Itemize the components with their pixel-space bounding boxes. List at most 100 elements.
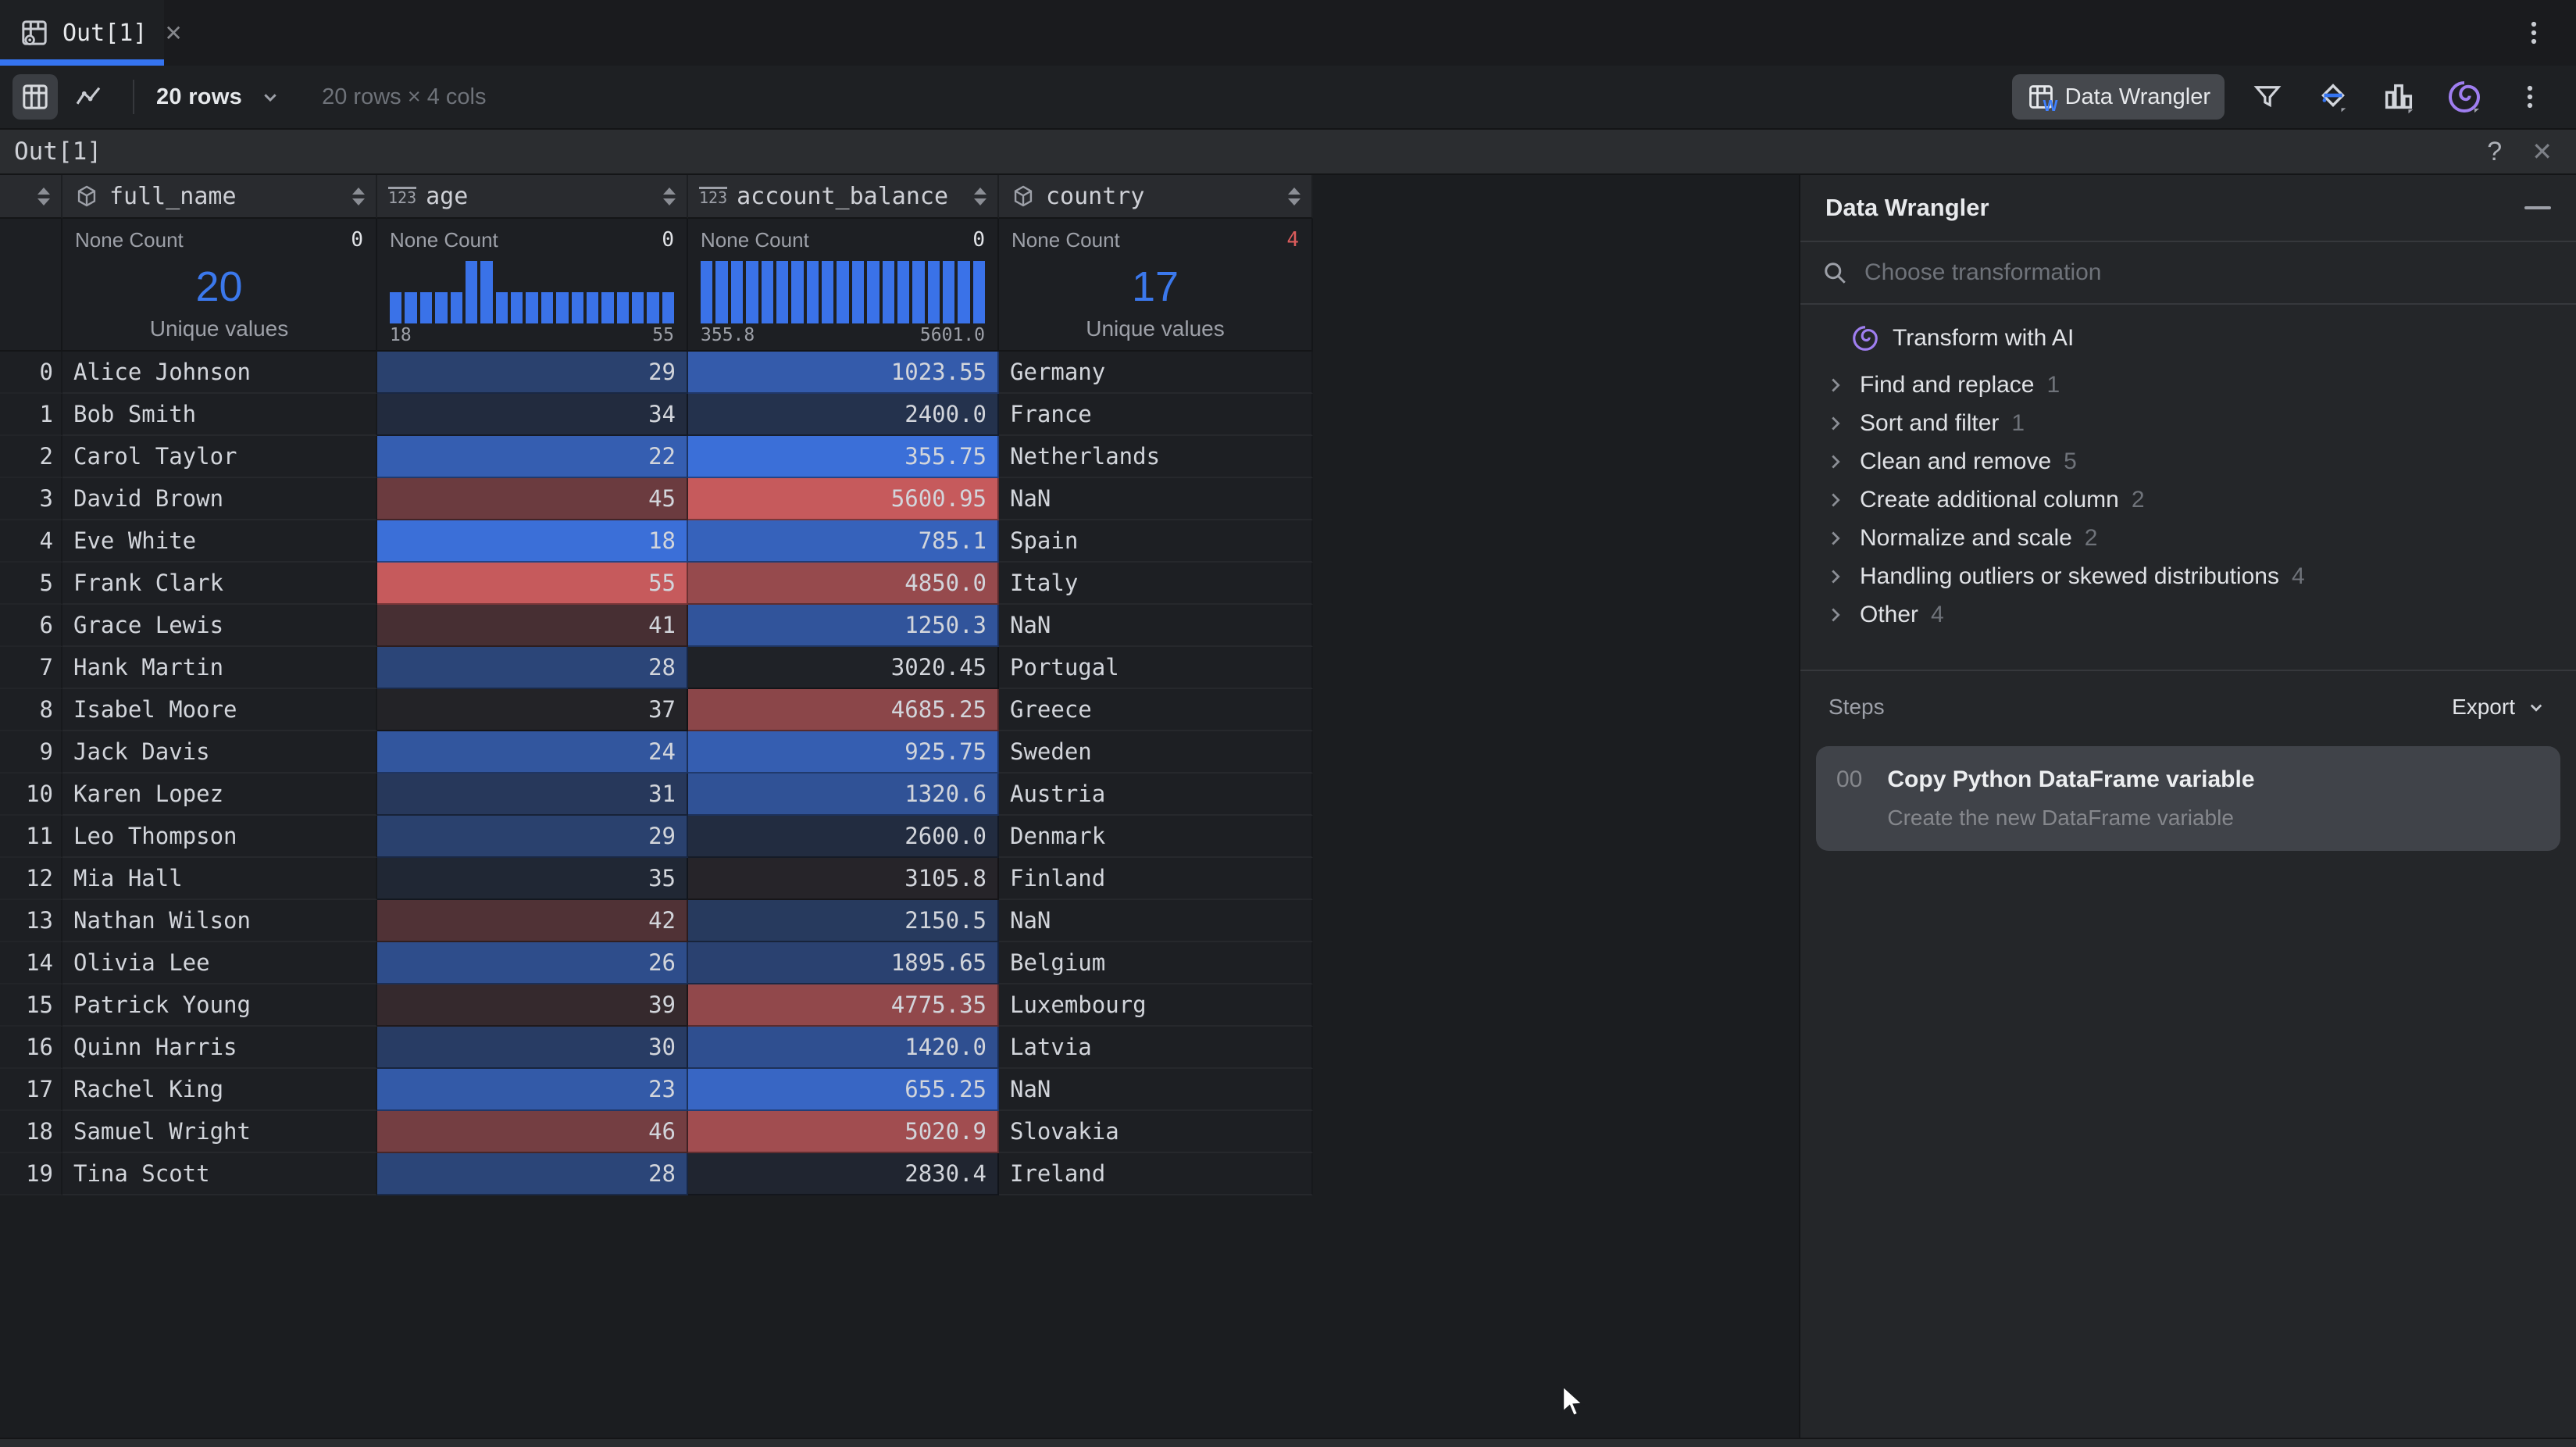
age-cell[interactable]: 24 [377,731,688,774]
row-index-cell[interactable]: 0 [0,352,62,394]
row-index-cell[interactable]: 8 [0,689,62,731]
age-cell[interactable]: 31 [377,774,688,816]
country-cell[interactable]: Latvia [999,1027,1313,1069]
full-name-cell[interactable]: David Brown [62,478,377,520]
column-header[interactable]: full_name [62,175,377,219]
country-cell[interactable]: NaN [999,605,1313,647]
age-cell[interactable]: 18 [377,520,688,563]
output-close-icon[interactable]: ✕ [2531,137,2553,166]
account-balance-cell[interactable]: 925.75 [688,731,999,774]
chart-view-button[interactable] [66,74,111,120]
sort-arrows-icon[interactable] [1288,188,1300,205]
account-balance-cell[interactable]: 3020.45 [688,647,999,689]
account-balance-cell[interactable]: 785.1 [688,520,999,563]
age-cell[interactable]: 42 [377,900,688,942]
table-view-button[interactable] [12,74,58,120]
full-name-cell[interactable]: Isabel Moore [62,689,377,731]
row-index-cell[interactable]: 2 [0,436,62,478]
column-header[interactable]: 123 account_balance [688,175,999,219]
category-row[interactable]: Create additional column 2 [1800,481,2576,519]
row-index-cell[interactable]: 3 [0,478,62,520]
row-index-cell[interactable]: 1 [0,394,62,436]
row-index-cell[interactable]: 6 [0,605,62,647]
account-balance-cell[interactable]: 5600.95 [688,478,999,520]
row-index-cell[interactable]: 7 [0,647,62,689]
age-cell[interactable]: 46 [377,1111,688,1153]
age-cell[interactable]: 29 [377,352,688,394]
age-cell[interactable]: 28 [377,1153,688,1195]
row-index-cell[interactable]: 17 [0,1069,62,1111]
age-cell[interactable]: 35 [377,858,688,900]
account-balance-cell[interactable]: 4685.25 [688,689,999,731]
sort-arrows-icon[interactable] [974,188,987,205]
full-name-cell[interactable]: Mia Hall [62,858,377,900]
column-header[interactable] [0,175,62,219]
country-cell[interactable]: Ireland [999,1153,1313,1195]
country-cell[interactable]: Greece [999,689,1313,731]
age-cell[interactable]: 41 [377,605,688,647]
row-index-cell[interactable]: 13 [0,900,62,942]
country-cell[interactable]: Slovakia [999,1111,1313,1153]
account-balance-cell[interactable]: 1420.0 [688,1027,999,1069]
account-balance-cell[interactable]: 2400.0 [688,394,999,436]
help-icon[interactable]: ? [2487,137,2502,167]
toolbar-kebab-icon[interactable] [2507,74,2553,120]
age-cell[interactable]: 45 [377,478,688,520]
row-index-cell[interactable]: 15 [0,984,62,1027]
category-row[interactable]: Sort and filter 1 [1800,404,2576,442]
export-dropdown[interactable]: Export [2452,695,2548,720]
account-balance-cell[interactable]: 5020.9 [688,1111,999,1153]
age-cell[interactable]: 34 [377,394,688,436]
row-index-cell[interactable]: 9 [0,731,62,774]
category-row[interactable]: Clean and remove 5 [1800,442,2576,481]
account-balance-cell[interactable]: 1250.3 [688,605,999,647]
account-balance-cell[interactable]: 2600.0 [688,816,999,858]
full-name-cell[interactable]: Rachel King [62,1069,377,1111]
tab-close-icon[interactable]: ✕ [164,20,182,46]
age-cell[interactable]: 39 [377,984,688,1027]
row-index-cell[interactable]: 12 [0,858,62,900]
full-name-cell[interactable]: Grace Lewis [62,605,377,647]
full-name-cell[interactable]: Bob Smith [62,394,377,436]
age-cell[interactable]: 30 [377,1027,688,1069]
sort-arrows-icon[interactable] [663,188,676,205]
country-cell[interactable]: Denmark [999,816,1313,858]
row-index-cell[interactable]: 4 [0,520,62,563]
country-cell[interactable]: Netherlands [999,436,1313,478]
row-index-cell[interactable]: 19 [0,1153,62,1195]
full-name-cell[interactable]: Samuel Wright [62,1111,377,1153]
country-cell[interactable]: Finland [999,858,1313,900]
column-header[interactable]: 123 age [377,175,688,219]
age-cell[interactable]: 23 [377,1069,688,1111]
category-row[interactable]: Handling outliers or skewed distribution… [1800,557,2576,595]
tab-out1[interactable]: Out[1] ✕ [0,0,164,66]
tabbar-kebab-icon[interactable] [2517,16,2551,50]
row-index-cell[interactable]: 14 [0,942,62,984]
country-cell[interactable]: Germany [999,352,1313,394]
age-cell[interactable]: 29 [377,816,688,858]
ai-assistant-icon[interactable] [2442,74,2487,120]
rows-selector[interactable]: 20 rows [156,84,242,110]
country-cell[interactable]: NaN [999,1069,1313,1111]
transform-with-ai-item[interactable]: Transform with AI [1800,319,2576,358]
row-index-cell[interactable]: 18 [0,1111,62,1153]
row-index-cell[interactable]: 10 [0,774,62,816]
country-cell[interactable]: Portugal [999,647,1313,689]
step-card[interactable]: 00 Copy Python DataFrame variable Create… [1816,746,2560,851]
full-name-cell[interactable]: Patrick Young [62,984,377,1027]
category-row[interactable]: Find and replace 1 [1800,366,2576,404]
full-name-cell[interactable]: Carol Taylor [62,436,377,478]
country-cell[interactable]: Austria [999,774,1313,816]
account-balance-cell[interactable]: 1320.6 [688,774,999,816]
account-balance-cell[interactable]: 355.75 [688,436,999,478]
row-index-cell[interactable]: 5 [0,563,62,605]
country-cell[interactable]: Luxembourg [999,984,1313,1027]
full-name-cell[interactable]: Olivia Lee [62,942,377,984]
column-header[interactable]: country [999,175,1313,219]
full-name-cell[interactable]: Alice Johnson [62,352,377,394]
country-cell[interactable]: Spain [999,520,1313,563]
full-name-cell[interactable]: Karen Lopez [62,774,377,816]
full-name-cell[interactable]: Leo Thompson [62,816,377,858]
account-balance-cell[interactable]: 4850.0 [688,563,999,605]
age-cell[interactable]: 26 [377,942,688,984]
